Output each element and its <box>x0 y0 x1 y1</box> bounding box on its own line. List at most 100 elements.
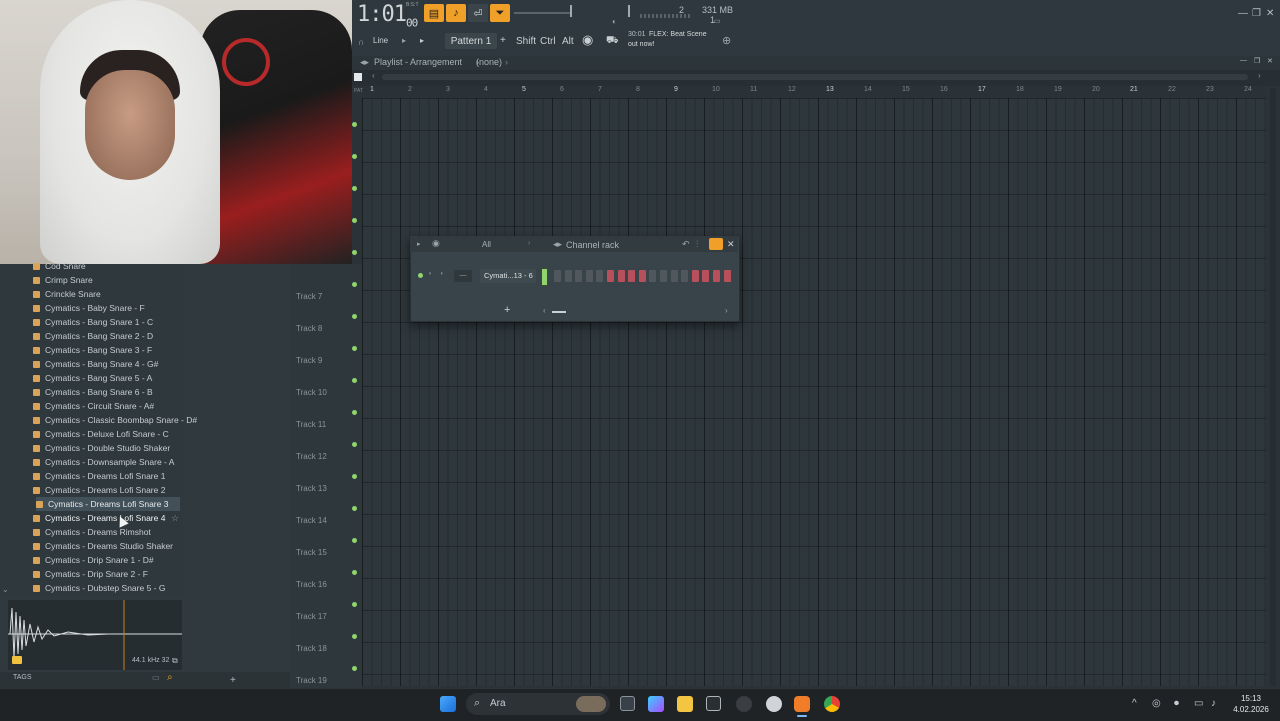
rack-scroll-thumb[interactable] <box>552 311 566 313</box>
track-label[interactable]: Track 12 <box>296 452 327 461</box>
rack-graph-icon[interactable]: ⫶ <box>696 239 698 250</box>
favorite-star-icon[interactable]: ☆ <box>171 513 179 524</box>
track-label[interactable]: Track 10 <box>296 388 327 397</box>
channel-mixer-track[interactable]: — <box>454 270 472 282</box>
step-button[interactable] <box>596 270 604 282</box>
track-mute-led[interactable] <box>352 602 357 607</box>
play-pattern-icon[interactable]: ▸ <box>420 36 424 45</box>
scroll-left-icon[interactable]: ‹ <box>372 71 375 80</box>
tag-icon[interactable]: ▭ <box>152 673 160 682</box>
track-label[interactable]: Track 14 <box>296 516 327 525</box>
track-mute-led[interactable] <box>352 282 357 287</box>
channel-select-indicator[interactable] <box>541 268 548 286</box>
browser-search-icon[interactable]: ⌕ <box>167 672 173 683</box>
rack-menu-icon[interactable]: ▸ <box>417 240 421 248</box>
track-label[interactable]: Track 11 <box>296 420 326 429</box>
browser-item[interactable]: Cod Snare <box>33 259 86 273</box>
browser-item[interactable]: Cymatics - Bang Snare 3 - F <box>33 343 152 357</box>
copilot-icon[interactable] <box>648 696 664 712</box>
rack-scroll-left-icon[interactable]: ‹ <box>543 306 546 315</box>
browser-item[interactable]: Cymatics - Drip Snare 1 - D# <box>33 553 154 567</box>
restore-icon[interactable]: ❐ <box>1252 8 1261 19</box>
rack-filter-arrow-icon[interactable]: › <box>528 240 530 247</box>
step-button[interactable] <box>713 270 720 282</box>
alt-key[interactable]: Alt <box>562 36 574 47</box>
track-mute-led[interactable] <box>352 634 357 639</box>
step-button[interactable] <box>554 270 561 282</box>
track-label[interactable]: Track 8 <box>296 324 322 333</box>
browser-item[interactable]: Cymatics - Baby Snare - F <box>33 301 145 315</box>
track-mute-led[interactable] <box>352 346 357 351</box>
browser-item[interactable]: Cymatics - Drip Snare 2 - F <box>33 567 148 581</box>
rack-close-icon[interactable]: ✕ <box>727 239 735 250</box>
step-button[interactable] <box>607 270 614 282</box>
browser-item[interactable]: Cymatics - Downsample Snare - A <box>33 455 174 469</box>
playlist-minimize-icon[interactable]: — <box>1240 57 1247 64</box>
track-mute-led[interactable] <box>352 378 357 383</box>
add-channel-icon[interactable]: + <box>504 304 510 316</box>
track-mute-led[interactable] <box>352 122 357 127</box>
rack-filter[interactable]: All <box>482 240 491 249</box>
pattern-song-toggle[interactable]: ▤ <box>424 4 444 22</box>
browser-item[interactable]: Cymatics - Circuit Snare - A# <box>33 399 154 413</box>
track-label[interactable]: Track 7 <box>296 292 322 301</box>
step-button[interactable] <box>691 270 699 282</box>
track-label[interactable]: Track 17 <box>296 612 327 621</box>
browser-item[interactable]: Cymatics - Dreams Lofi Snare 2 <box>33 483 165 497</box>
browser-item[interactable]: Cymatics - Bang Snare 1 - C <box>33 315 153 329</box>
track-mute-led[interactable] <box>352 410 357 415</box>
track-mute-led[interactable] <box>352 666 357 671</box>
rack-scroll-right-icon[interactable]: › <box>725 306 728 315</box>
browser-item[interactable]: Cymatics - Bang Snare 5 - A <box>33 371 152 385</box>
step-button[interactable] <box>681 270 689 282</box>
browser-item[interactable]: Cymatics - Dubstep Snare 5 - G <box>33 581 165 595</box>
taskbar-search[interactable]: ⌕ Ara <box>466 693 610 715</box>
track-label[interactable]: Track 13 <box>296 484 327 493</box>
master-volume-slider[interactable] <box>514 12 572 14</box>
steam-icon[interactable] <box>766 696 782 712</box>
step-button[interactable] <box>585 270 593 282</box>
track-mute-led[interactable] <box>352 538 357 543</box>
tray-overflow-icon[interactable]: ^ <box>1132 698 1137 709</box>
volume-icon[interactable]: ♪ <box>1211 698 1216 709</box>
volume-knob[interactable] <box>570 5 572 17</box>
scroll-right-icon[interactable]: › <box>1258 71 1261 80</box>
track-label[interactable]: Track 9 <box>296 356 322 365</box>
channel-button[interactable]: Cymati...13 - 6 <box>480 269 536 283</box>
track-label[interactable]: Track 19 <box>296 676 327 685</box>
minimize-icon[interactable]: — <box>1238 8 1248 19</box>
browser-item[interactable]: Cymatics - Classic Boombap Snare - D# <box>33 413 197 427</box>
playlist-close-icon[interactable]: ✕ <box>1267 57 1273 65</box>
track-mute-led[interactable] <box>352 506 357 511</box>
track-mute-led[interactable] <box>352 250 357 255</box>
hint-icon[interactable]: ◉ <box>582 32 593 48</box>
browser-add-icon[interactable]: + <box>230 675 236 686</box>
add-pattern-icon[interactable]: + <box>500 35 506 46</box>
browser-item[interactable]: Crimp Snare <box>33 273 93 287</box>
close-icon[interactable]: ✕ <box>1266 8 1274 19</box>
network-icon[interactable]: ▭ <box>1194 698 1203 709</box>
playlist-grid[interactable] <box>362 98 1266 686</box>
task-view-icon[interactable] <box>620 696 635 711</box>
browser-item[interactable]: Cymatics - Dreams Rimshot <box>33 525 151 539</box>
browser-item[interactable]: Cymatics - Deluxe Lofi Snare - C <box>33 427 169 441</box>
store-icon[interactable] <box>706 696 721 711</box>
channel-mute-led[interactable] <box>418 273 423 278</box>
channel-pan-icon[interactable]: ◖ <box>428 271 432 277</box>
track-mute-led[interactable] <box>352 474 357 479</box>
microphone-icon[interactable]: ⏺ <box>1174 698 1179 709</box>
metronome-button[interactable]: ♪ <box>446 4 466 22</box>
browser-item[interactable]: Cymatics - Double Studio Shaker <box>33 441 170 455</box>
vertical-scrollbar[interactable] <box>1270 88 1276 686</box>
browser-item[interactable]: Cymatics - Dreams Lofi Snare 1 <box>33 469 165 483</box>
chrome-icon[interactable] <box>824 696 840 712</box>
shop-icon[interactable]: ⛟ <box>606 35 619 48</box>
playlist-maximize-icon[interactable]: ❐ <box>1254 57 1260 65</box>
step-button[interactable] <box>638 270 646 282</box>
file-explorer-icon[interactable] <box>677 696 693 712</box>
track-mute-led[interactable] <box>352 442 357 447</box>
rack-swing-icon[interactable]: ◉ <box>432 238 440 249</box>
news-line2[interactable]: out now! <box>628 41 654 48</box>
taskbar-clock[interactable]: 15:13 4.02.2026 <box>1226 693 1276 715</box>
track-mute-led[interactable] <box>352 218 357 223</box>
